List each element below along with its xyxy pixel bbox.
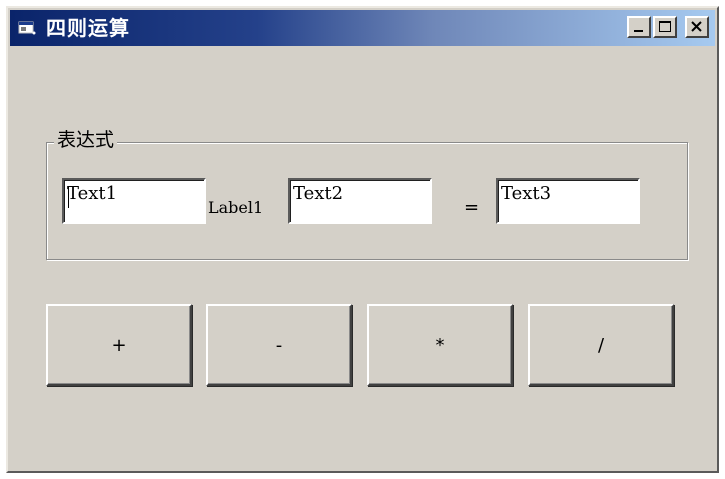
minimize-icon <box>634 30 643 32</box>
text3-value: Text3 <box>501 183 552 204</box>
multiply-button[interactable]: * <box>367 304 513 386</box>
close-icon <box>691 21 702 32</box>
app-window-icon[interactable] <box>18 20 36 36</box>
text1-value: Text1 <box>67 183 118 204</box>
divide-button[interactable]: / <box>528 304 674 386</box>
expression-group-label: 表达式 <box>54 128 118 152</box>
text1-input[interactable]: Text1 <box>62 178 206 224</box>
text2-input[interactable]: Text2 <box>288 178 432 224</box>
maximize-icon <box>659 21 671 32</box>
minimize-button[interactable] <box>627 16 651 38</box>
text2-value: Text2 <box>293 183 344 204</box>
window-title: 四则运算 <box>46 16 130 40</box>
text3-input[interactable]: Text3 <box>496 178 640 224</box>
operator-label: Label1 <box>208 198 264 217</box>
equals-sign: = <box>464 197 480 218</box>
close-button[interactable] <box>685 16 709 38</box>
app-window: 四则运算 表达式 Text1 Label1 Text2 = Text3 + - … <box>6 6 719 473</box>
add-button[interactable]: + <box>46 304 192 386</box>
subtract-button[interactable]: - <box>206 304 352 386</box>
title-bar[interactable]: 四则运算 <box>10 10 715 46</box>
text-caret <box>68 186 69 208</box>
maximize-button[interactable] <box>653 16 677 38</box>
